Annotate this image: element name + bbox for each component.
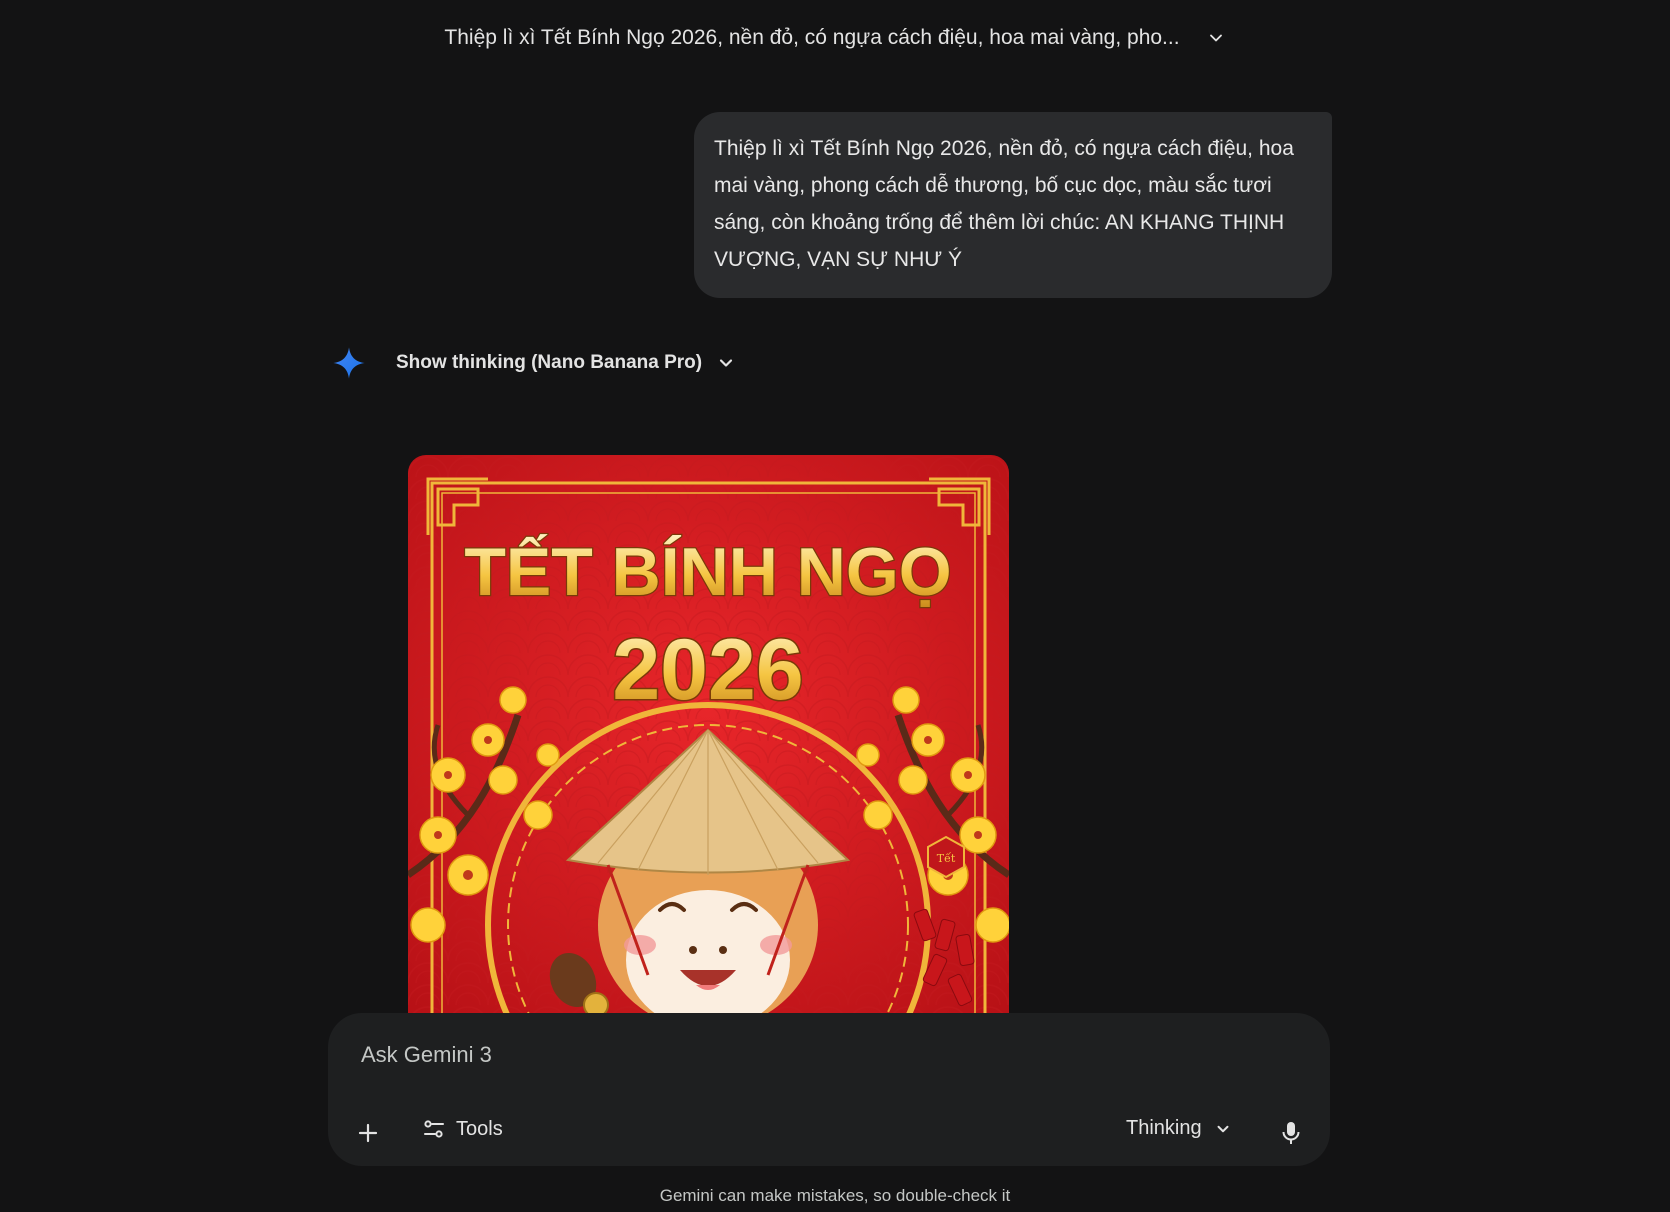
- disclaimer-text: Gemini can make mistakes, so double-chec…: [659, 1186, 1011, 1205]
- plus-icon[interactable]: [356, 1121, 380, 1145]
- user-message-text: Thiệp lì xì Tết Bính Ngọ 2026, nền đỏ, c…: [714, 137, 1294, 271]
- conversation-title[interactable]: Thiệp lì xì Tết Bính Ngọ 2026, nền đỏ, c…: [444, 26, 1179, 50]
- tools-button[interactable]: Tools: [422, 1117, 503, 1141]
- card-title-line1: TẾT BÍNH NGỌ: [464, 533, 951, 610]
- prompt-composer: Tools Thinking: [328, 1013, 1330, 1166]
- show-thinking-button[interactable]: Show thinking (Nano Banana Pro): [396, 352, 736, 374]
- conversation-title-bar[interactable]: Thiệp lì xì Tết Bính Ngọ 2026, nền đỏ, c…: [0, 26, 1670, 50]
- user-message-bubble: Thiệp lì xì Tết Bính Ngọ 2026, nền đỏ, c…: [694, 112, 1332, 298]
- model-response-header: Show thinking (Nano Banana Pro): [332, 346, 736, 380]
- tet-badge: Tết: [927, 835, 965, 879]
- gemini-sparkle-icon: [333, 347, 365, 379]
- red-envelope-card-illustration: TẾT BÍNH NGỌ 2026 Tết: [408, 455, 1009, 1015]
- mode-selector[interactable]: Thinking: [1126, 1117, 1232, 1140]
- tools-sliders-icon: [424, 1120, 444, 1138]
- chevron-down-icon: [1217, 1125, 1229, 1132]
- microphone-icon[interactable]: [1279, 1120, 1303, 1146]
- mode-label: Thinking: [1126, 1117, 1202, 1139]
- generated-image[interactable]: TẾT BÍNH NGỌ 2026 Tết: [408, 455, 1009, 1015]
- prompt-input[interactable]: [359, 1041, 1263, 1069]
- chevron-down-icon[interactable]: [1206, 28, 1226, 48]
- show-thinking-label: Show thinking (Nano Banana Pro): [396, 352, 703, 373]
- badge-text: Tết: [937, 852, 956, 865]
- tools-label: Tools: [456, 1117, 503, 1140]
- chevron-down-icon: [720, 359, 733, 367]
